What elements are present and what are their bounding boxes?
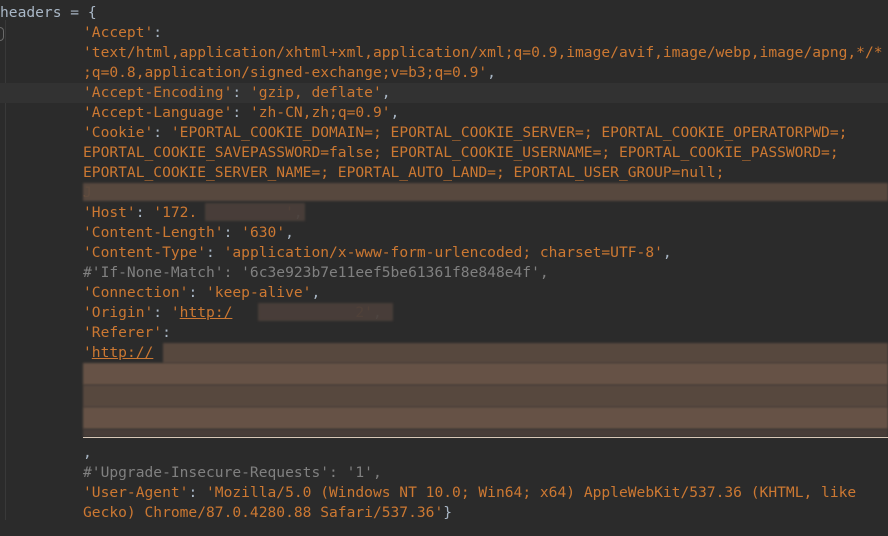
- code-line[interactable]: 'Content-Length': '630',: [0, 223, 888, 243]
- code-line[interactable]: 'Accept-Encoding': 'gzip, deflate',: [0, 83, 888, 103]
- code-token: ;q=0.8,application/signed-exchange;v=b3;…: [83, 64, 488, 81]
- redaction-blur: [83, 183, 888, 201]
- code-token: :: [153, 24, 163, 41]
- code-token: Gecko) Chrome/87.0.4280.88 Safari/537.36…: [83, 504, 444, 521]
- code-token: }: [443, 504, 453, 521]
- code-token: :: [188, 284, 207, 301]
- code-line[interactable]: ;q=0.8,application/signed-exchange;v=b3;…: [0, 63, 888, 83]
- code-text: 'Connection': 'keep-alive',: [83, 283, 320, 303]
- code-token: 'Referer': [83, 324, 163, 341]
- code-line[interactable]: #'If-None-Match': '6c3e923b7e11eef5be613…: [0, 263, 888, 283]
- code-token[interactable]: http://: [92, 344, 154, 361]
- code-text: ;q=0.8,application/signed-exchange;v=b3;…: [83, 63, 496, 83]
- code-line[interactable]: 'User-Agent': 'Mozilla/5.0 (Windows NT 1…: [0, 483, 888, 503]
- redaction-blur: [83, 385, 888, 407]
- code-line[interactable]: #'Upgrade-Insecure-Requests': '1',: [0, 463, 888, 483]
- code-line[interactable]: 'Accept-Language': 'zh-CN,zh;q=0.9',: [0, 103, 888, 123]
- code-line[interactable]: Gecko) Chrome/87.0.4280.88 Safari/537.36…: [0, 503, 888, 523]
- code-token: :: [232, 104, 250, 121]
- code-text: EPORTAL_COOKIE_SERVER_NAME=; EPORTAL_AUT…: [83, 163, 724, 183]
- code-text: 'Cookie': 'EPORTAL_COOKIE_DOMAIN=; EPORT…: [83, 123, 847, 143]
- redaction-blur: [205, 203, 305, 221]
- code-token: 'application/x-www-form-urlencoded; char…: [223, 244, 663, 261]
- code-line[interactable]: ,: [0, 443, 888, 463]
- code-text: #'If-None-Match': '6c3e923b7e11eef5be613…: [83, 263, 549, 283]
- code-text: EPORTAL_COOKIE_SAVEPASSWORD=false; EPORT…: [83, 143, 839, 163]
- code-token: :: [188, 484, 207, 501]
- code-token: 'Cookie': [83, 124, 154, 141]
- code-line[interactable]: 'Origin': 'http:/ 2',: [0, 303, 888, 323]
- code-token: :: [206, 244, 224, 261]
- code-line[interactable]: 'Cookie': 'EPORTAL_COOKIE_DOMAIN=; EPORT…: [0, 123, 888, 143]
- redaction-blur: [83, 429, 888, 437]
- code-token: ,: [390, 104, 400, 121]
- redaction-edge: [83, 437, 888, 438]
- code-token: 'zh-CN,zh;q=0.9': [249, 104, 391, 121]
- code-text: #'Upgrade-Insecure-Requests': '1',: [83, 463, 382, 483]
- code-token[interactable]: http:/: [180, 304, 233, 321]
- code-token: :: [232, 84, 250, 101]
- code-token: 'User-Agent': [83, 484, 189, 501]
- code-text: 'Referer':: [83, 323, 171, 343]
- code-token: :: [153, 304, 171, 321]
- code-token: 'keep-alive': [206, 284, 312, 301]
- code-token: 'Accept-Encoding': [83, 84, 233, 101]
- code-token: :: [162, 324, 171, 341]
- code-token: 'Content-Type': [83, 244, 207, 261]
- code-text: 'Accept-Language': 'zh-CN,zh;q=0.9',: [83, 103, 399, 123]
- fold-marker-icon[interactable]: [0, 27, 4, 41]
- code-line[interactable]: 'Content-Type': 'application/x-www-form-…: [0, 243, 888, 263]
- code-line[interactable]: 'Referer':: [0, 323, 888, 343]
- code-token: :: [153, 124, 171, 141]
- code-line[interactable]: 'Connection': 'keep-alive',: [0, 283, 888, 303]
- code-text: 'Accept':: [83, 23, 162, 43]
- code-token: 'Origin': [83, 304, 154, 321]
- code-text: 'Content-Length': '630',: [83, 223, 294, 243]
- code-token: 'gzip, deflate': [249, 84, 382, 101]
- code-text: 'Content-Type': 'application/x-www-form-…: [83, 243, 672, 263]
- code-token: ': [170, 304, 180, 321]
- code-token: EPORTAL_COOKIE_SERVER_NAME=; EPORTAL_AUT…: [83, 164, 725, 181]
- redaction-blur: [83, 363, 888, 385]
- code-line[interactable]: 'text/html,application/xhtml+xml,applica…: [0, 43, 888, 63]
- code-token: ,: [311, 284, 321, 301]
- code-text: Gecko) Chrome/87.0.4280.88 Safari/537.36…: [83, 503, 452, 523]
- code-token: #'Upgrade-Insecure-Requests': '1',: [83, 464, 382, 481]
- code-line[interactable]: EPORTAL_COOKIE_SERVER_NAME=; EPORTAL_AUT…: [0, 163, 888, 183]
- redaction-blur: [163, 343, 888, 363]
- code-token: ,: [381, 84, 391, 101]
- code-line[interactable]: 'Accept':: [0, 23, 888, 43]
- redaction-blur: [258, 303, 393, 321]
- code-text: 'Accept-Encoding': 'gzip, deflate',: [83, 83, 391, 103]
- code-token: 'Accept-Language': [83, 104, 233, 121]
- code-token: 'EPORTAL_COOKIE_DOMAIN=; EPORTAL_COOKIE_…: [170, 124, 848, 141]
- code-token: 'Mozilla/5.0 (Windows NT 10.0; Win64; x6…: [206, 484, 857, 501]
- code-text: headers = {: [0, 3, 97, 23]
- code-text: 'text/html,application/xhtml+xml,applica…: [83, 43, 883, 63]
- code-line[interactable]: EPORTAL_COOKIE_SAVEPASSWORD=false; EPORT…: [0, 143, 888, 163]
- code-editor[interactable]: headers = {'Accept':'text/html,applicati…: [0, 0, 888, 536]
- code-token: ': [83, 344, 92, 361]
- redaction-blur: [83, 407, 888, 429]
- code-text: ,: [83, 443, 92, 463]
- code-token: ,: [83, 444, 92, 461]
- code-token: ,: [662, 244, 672, 261]
- code-line[interactable]: headers = {: [0, 3, 888, 23]
- code-token: 'Accept': [83, 24, 154, 41]
- code-text: 'User-Agent': 'Mozilla/5.0 (Windows NT 1…: [83, 483, 856, 503]
- code-token: 'text/html,application/xhtml+xml,applica…: [83, 44, 883, 61]
- code-token: headers = {: [0, 4, 97, 21]
- code-token: ,: [487, 64, 496, 81]
- code-token: '630': [241, 224, 286, 241]
- code-text: 'http://: [83, 343, 153, 363]
- code-token: :: [223, 224, 242, 241]
- code-token: ,: [285, 224, 294, 241]
- code-token: :: [135, 204, 154, 221]
- code-token: EPORTAL_COOKIE_SAVEPASSWORD=false; EPORT…: [83, 144, 839, 161]
- code-token: 'Host': [83, 204, 136, 221]
- code-token: 'Content-Length': [83, 224, 224, 241]
- code-line[interactable]: 'Host': '172. ',: [0, 203, 888, 223]
- code-token: #'If-None-Match': '6c3e923b7e11eef5be613…: [83, 264, 549, 281]
- code-token: 'Connection': [83, 284, 189, 301]
